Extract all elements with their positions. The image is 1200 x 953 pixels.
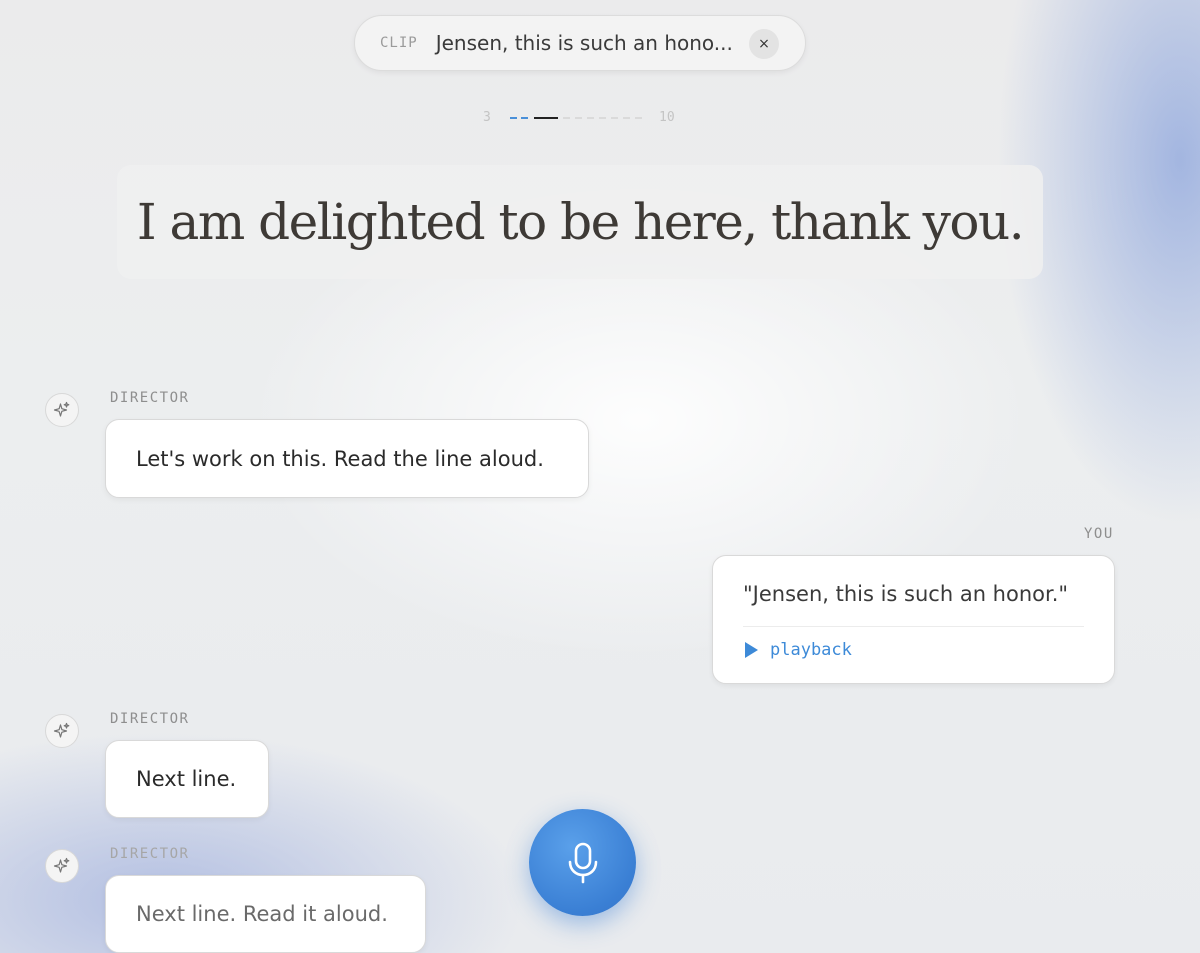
sparkle-icon [53, 722, 70, 738]
progress-segment-done [521, 117, 528, 119]
speaker-label-director: DIRECTOR [110, 846, 190, 862]
director-avatar [45, 714, 79, 748]
playback-button[interactable]: playback [745, 640, 852, 660]
record-button[interactable] [529, 809, 636, 916]
progress-segment-upcoming [587, 117, 594, 119]
speaker-label-director: DIRECTOR [110, 711, 190, 727]
speaker-label-you: YOU [1084, 526, 1114, 542]
clip-pill: CLIP Jensen, this is such an hono... × [354, 15, 806, 71]
sparkle-icon [53, 401, 70, 417]
clip-tag: CLIP [380, 35, 418, 51]
message-text: Next line. [136, 767, 237, 791]
playback-label: playback [770, 640, 852, 660]
director-avatar [45, 849, 79, 883]
speaker-label-director: DIRECTOR [110, 390, 190, 406]
director-message: Next line. [105, 740, 269, 818]
progress-segment-done [510, 117, 517, 119]
director-message: Next line. Read it aloud. [105, 875, 426, 953]
progress-segment-upcoming [623, 117, 630, 119]
play-icon [745, 642, 758, 658]
message-text: Let's work on this. Read the line aloud. [136, 446, 544, 471]
message-text: "Jensen, this is such an honor." [743, 582, 1069, 606]
director-message: Let's work on this. Read the line aloud. [105, 419, 589, 498]
director-avatar [45, 393, 79, 427]
progress-start-label: 3 [483, 110, 491, 125]
progress-end-label: 10 [659, 110, 675, 125]
progress-segment-current [534, 117, 558, 119]
progress-segment-upcoming [563, 117, 570, 119]
progress-segment-upcoming [611, 117, 618, 119]
user-message: "Jensen, this is such an honor." playbac… [712, 555, 1115, 684]
clip-title: Jensen, this is such an hono... [435, 31, 733, 55]
close-clip-button[interactable]: × [749, 29, 779, 59]
divider [743, 626, 1084, 627]
progress-segment-upcoming [575, 117, 582, 119]
sparkle-icon [53, 857, 70, 873]
message-text: Next line. Read it aloud. [136, 902, 388, 926]
script-line-text: I am delighted to be here, thank you. [136, 193, 1025, 251]
progress-segment-upcoming [599, 117, 606, 119]
microphone-icon [568, 842, 597, 883]
script-line-card: I am delighted to be here, thank you. [117, 165, 1043, 279]
line-progress: 3 10 [483, 110, 683, 126]
progress-segment-upcoming [635, 117, 642, 119]
